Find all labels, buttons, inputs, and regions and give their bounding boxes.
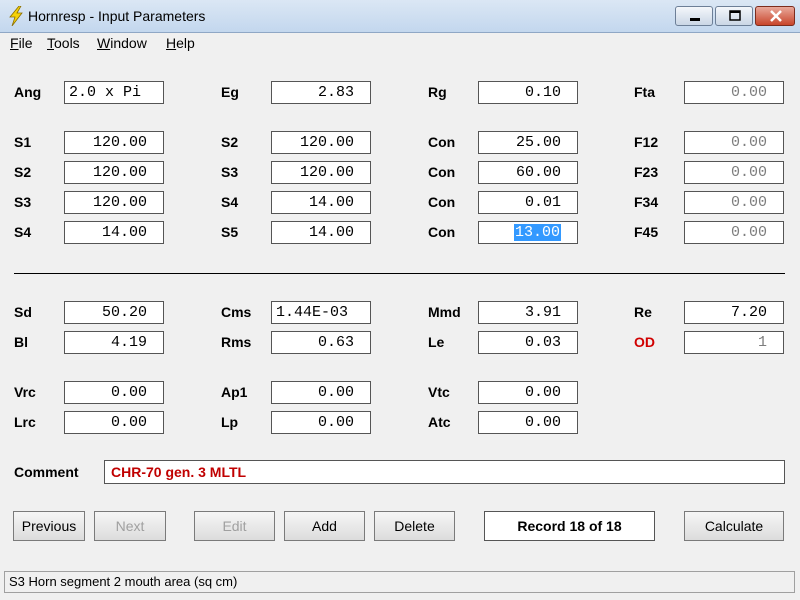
param-field[interactable]: 120.00: [271, 161, 371, 184]
param-label: S4: [221, 194, 239, 210]
menu-file[interactable]: File: [10, 35, 33, 51]
menu-tools[interactable]: Tools: [47, 35, 80, 51]
param-label: Ang: [14, 84, 42, 100]
edit-button[interactable]: Edit: [194, 511, 275, 541]
menu-help[interactable]: Help: [166, 35, 195, 51]
od-label: OD: [634, 334, 655, 350]
param-field[interactable]: 120.00: [64, 161, 164, 184]
param-label: Vtc: [428, 384, 450, 400]
param-field[interactable]: 120.00: [64, 131, 164, 154]
param-field[interactable]: 0.00: [64, 411, 164, 434]
param-field[interactable]: 60.00: [478, 161, 578, 184]
param-field[interactable]: 14.00: [271, 191, 371, 214]
param-label: Rg: [428, 84, 447, 100]
param-field[interactable]: 0.00: [684, 221, 784, 244]
input-parameters-panel: Ang 2.0 x Pi Eg 2.83 Rg 0.10 Fta 0.00 S1…: [0, 56, 800, 600]
param-label: Con: [428, 164, 456, 180]
menu-window[interactable]: Window: [97, 35, 147, 51]
param-label: Vrc: [14, 384, 36, 400]
record-indicator: Record 18 of 18: [484, 511, 655, 541]
param-label: Rms: [221, 334, 252, 350]
param-label: Le: [428, 334, 445, 350]
param-field[interactable]: 0.00: [684, 191, 784, 214]
param-label: S2: [221, 134, 239, 150]
param-field[interactable]: 0.00: [684, 131, 784, 154]
next-button[interactable]: Next: [94, 511, 166, 541]
comment-label: Comment: [14, 464, 79, 480]
param-field[interactable]: 1: [684, 331, 784, 354]
selected-value: 13.00: [513, 224, 561, 241]
param-label: S4: [14, 224, 32, 240]
param-field[interactable]: 0.63: [271, 331, 371, 354]
calculate-button[interactable]: Calculate: [684, 511, 784, 541]
param-label: S2: [14, 164, 32, 180]
param-field[interactable]: 4.19: [64, 331, 164, 354]
param-label: Ap1: [221, 384, 248, 400]
param-field[interactable]: 0.01: [478, 191, 578, 214]
param-label: Lp: [221, 414, 239, 430]
param-field[interactable]: 0.03: [478, 331, 578, 354]
maximize-button[interactable]: [715, 6, 753, 26]
param-field-focused[interactable]: 13.00: [478, 221, 578, 244]
add-button[interactable]: Add: [284, 511, 365, 541]
param-label: Con: [428, 134, 456, 150]
param-field[interactable]: 25.00: [478, 131, 578, 154]
param-field[interactable]: 50.20: [64, 301, 164, 324]
title-bar: Hornresp - Input Parameters: [0, 0, 800, 33]
param-label: Eg: [221, 84, 239, 100]
comment-field[interactable]: CHR-70 gen. 3 MLTL: [104, 460, 785, 484]
param-field[interactable]: 0.10: [478, 81, 578, 104]
param-label: F34: [634, 194, 659, 210]
window-title: Hornresp - Input Parameters: [28, 8, 206, 24]
close-button[interactable]: [755, 6, 795, 26]
param-label: Fta: [634, 84, 655, 100]
previous-button[interactable]: Previous: [13, 511, 85, 541]
minimize-button[interactable]: [675, 6, 713, 26]
param-label: S1: [14, 134, 32, 150]
param-label: Con: [428, 194, 456, 210]
param-label: Cms: [221, 304, 252, 320]
param-label: Con: [428, 224, 456, 240]
status-bar: S3 Horn segment 2 mouth area (sq cm): [4, 571, 795, 593]
param-field[interactable]: 120.00: [64, 191, 164, 214]
param-field[interactable]: 0.00: [478, 411, 578, 434]
param-field[interactable]: 2.0 x Pi: [64, 81, 164, 104]
close-icon: [770, 10, 782, 22]
param-label: Mmd: [428, 304, 461, 320]
param-field[interactable]: 7.20: [684, 301, 784, 324]
param-field[interactable]: 0.00: [684, 81, 784, 104]
param-label: Re: [634, 304, 652, 320]
delete-button[interactable]: Delete: [374, 511, 455, 541]
param-field[interactable]: 2.83: [271, 81, 371, 104]
param-label: S3: [221, 164, 239, 180]
param-field[interactable]: 14.00: [64, 221, 164, 244]
param-label: F12: [634, 134, 659, 150]
menu-bar: File Tools Window Help: [0, 33, 800, 55]
param-label: F45: [634, 224, 659, 240]
param-label: Bl: [14, 334, 28, 350]
param-field[interactable]: 14.00: [271, 221, 371, 244]
param-label: S3: [14, 194, 32, 210]
param-field[interactable]: 120.00: [271, 131, 371, 154]
restore-icon: [729, 10, 741, 21]
lightning-bolt-icon: [9, 6, 23, 26]
param-field[interactable]: 0.00: [271, 381, 371, 404]
param-field[interactable]: 1.44E-03: [271, 301, 371, 324]
param-field[interactable]: 0.00: [64, 381, 164, 404]
param-field[interactable]: 0.00: [271, 411, 371, 434]
param-label: Sd: [14, 304, 32, 320]
param-field[interactable]: 0.00: [684, 161, 784, 184]
param-label: F23: [634, 164, 659, 180]
param-field[interactable]: 3.91: [478, 301, 578, 324]
param-label: S5: [221, 224, 239, 240]
minimize-icon: [690, 18, 700, 21]
section-divider: [14, 273, 785, 274]
param-label: Atc: [428, 414, 451, 430]
param-field[interactable]: 0.00: [478, 381, 578, 404]
param-label: Lrc: [14, 414, 36, 430]
